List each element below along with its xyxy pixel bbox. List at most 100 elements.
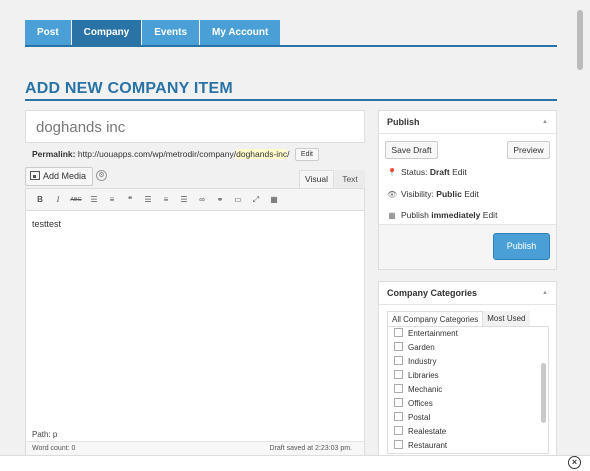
checkbox[interactable] (394, 440, 403, 449)
publish-box: Publish ▲ Save Draft Preview 📍 Status: Dr… (378, 110, 557, 270)
tab-my-account[interactable]: My Account (200, 20, 281, 46)
category-label: Libraries (408, 371, 439, 380)
fullscreen-icon[interactable]: ⤢ (247, 193, 265, 207)
modal-scrollbar[interactable] (577, 10, 583, 70)
kitchen-sink-icon[interactable]: ▦ (265, 193, 283, 207)
tab-events[interactable]: Events (142, 20, 200, 46)
eye-icon: 👁 (387, 190, 398, 199)
add-media-label: Add Media (43, 171, 87, 181)
bullet-list-icon[interactable]: ☰ (85, 193, 103, 207)
pin-icon: 📍 (387, 168, 397, 177)
category-label: Realestate (408, 427, 447, 436)
collapse-arrow-icon[interactable]: ▲ (542, 282, 548, 305)
status-row: 📍 Status: Draft Edit (387, 167, 467, 177)
category-tabs: All Company Categories Most Used (387, 311, 530, 327)
visibility-edit-link[interactable]: Edit (464, 189, 479, 199)
publish-footer: Publish (379, 224, 556, 269)
permalink-trailing: / (287, 148, 290, 159)
schedule-row: ▦ Publish immediately Edit (387, 210, 497, 220)
visibility-row: 👁 Visibility: Public Edit (387, 189, 479, 199)
publish-box-title: Publish (387, 117, 420, 127)
checkbox[interactable] (394, 328, 403, 337)
categories-box-header[interactable]: Company Categories ▲ (379, 282, 556, 305)
list-item[interactable]: Garden (388, 341, 548, 355)
tab-company[interactable]: Company (71, 20, 142, 46)
unlink-icon[interactable]: ⚭ (211, 193, 229, 207)
list-item[interactable]: Realestate (388, 425, 548, 439)
numbered-list-icon[interactable]: ≡ (103, 193, 121, 207)
strikethrough-icon[interactable]: ABC (67, 193, 85, 207)
editor-content[interactable]: testtest (26, 211, 364, 237)
checkbox[interactable] (394, 384, 403, 393)
checkbox[interactable] (394, 398, 403, 407)
tab-divider (25, 45, 557, 47)
align-center-icon[interactable]: ≡ (157, 193, 175, 207)
modal-footer (0, 455, 590, 471)
schedule-value: immediately (431, 210, 481, 220)
permalink-edit-button[interactable]: Edit (294, 148, 319, 161)
editor-toolbar: B I ABC ☰ ≡ ❝ ☰ ≡ ☰ ∞ ⚭ ▭ ⤢ ▦ (26, 189, 364, 211)
form-icon[interactable]: ⚙ (96, 170, 107, 181)
calendar-icon: ▦ (388, 211, 396, 220)
editor-status-bar: Word count: 0 Draft saved at 2:23:03 pm. (26, 441, 364, 455)
list-item[interactable]: Industry (388, 355, 548, 369)
checkbox[interactable] (394, 356, 403, 365)
visibility-label: Visibility: (401, 189, 434, 199)
permalink-row: Permalink: http://uouapps.com/wp/metrodi… (32, 148, 319, 161)
link-icon[interactable]: ∞ (193, 193, 211, 207)
list-item[interactable]: Restaurant (388, 439, 548, 453)
tab-post[interactable]: Post (25, 20, 71, 46)
categories-box: Company Categories ▲ All Company Categor… (378, 281, 557, 471)
list-item[interactable]: Mechanic (388, 383, 548, 397)
close-icon[interactable]: × (568, 456, 581, 469)
align-right-icon[interactable]: ☰ (175, 193, 193, 207)
checkbox[interactable] (394, 426, 403, 435)
permalink-base: http://uouapps.com/wp/metrodir/company/ (77, 148, 237, 159)
modal-frame: Post Company Events My Account ADD NEW C… (0, 0, 590, 471)
top-tabs: Post Company Events My Account (25, 20, 281, 46)
tab-all-categories[interactable]: All Company Categories (387, 311, 484, 327)
tab-text[interactable]: Text (335, 170, 365, 188)
category-label: Mechanic (408, 385, 443, 394)
content-editor: B I ABC ☰ ≡ ❝ ☰ ≡ ☰ ∞ ⚭ ▭ ⤢ ▦ testtest P… (25, 188, 365, 455)
italic-icon[interactable]: I (49, 193, 67, 207)
checkbox[interactable] (394, 342, 403, 351)
preview-button[interactable]: Preview (507, 141, 550, 159)
categories-box-title: Company Categories (387, 288, 478, 298)
list-item[interactable]: Libraries (388, 369, 548, 383)
tab-visual[interactable]: Visual (299, 170, 334, 188)
list-item[interactable]: Entertainment (388, 327, 548, 341)
title-divider (25, 99, 557, 101)
post-title-input[interactable]: doghands inc (25, 110, 365, 143)
editor-path: Path: p (32, 430, 58, 439)
tab-most-used[interactable]: Most Used (483, 311, 530, 327)
category-label: Entertainment (408, 329, 458, 338)
checkbox[interactable] (394, 412, 403, 421)
publish-box-header[interactable]: Publish ▲ (379, 111, 556, 134)
publish-button[interactable]: Publish (493, 233, 550, 260)
category-label: Industry (408, 357, 437, 366)
list-item[interactable]: Offices (388, 397, 548, 411)
status-value: Draft (429, 167, 450, 177)
category-label: Restaurant (408, 441, 448, 450)
save-draft-button[interactable]: Save Draft (385, 141, 438, 159)
collapse-arrow-icon[interactable]: ▲ (542, 111, 548, 134)
blockquote-icon[interactable]: ❝ (121, 193, 139, 207)
more-tag-icon[interactable]: ▭ (229, 193, 247, 207)
bold-icon[interactable]: B (31, 193, 49, 207)
visibility-value: Public (436, 189, 462, 199)
status-label: Status: (401, 167, 428, 177)
word-count: Word count: 0 (32, 445, 76, 452)
add-media-button[interactable]: Add Media (25, 167, 94, 186)
list-item[interactable]: Postal (388, 411, 548, 425)
category-label: Offices (408, 399, 433, 408)
permalink-label: Permalink: (32, 148, 76, 159)
schedule-edit-link[interactable]: Edit (483, 210, 498, 220)
status-edit-link[interactable]: Edit (452, 167, 467, 177)
align-left-icon[interactable]: ☰ (139, 193, 157, 207)
category-list: Entertainment Garden Industry Libraries … (387, 326, 549, 454)
category-scrollbar[interactable] (541, 363, 546, 423)
permalink-slug[interactable]: doghands-inc (236, 148, 288, 159)
draft-saved-status: Draft saved at 2:23:03 pm. (269, 445, 353, 452)
checkbox[interactable] (394, 370, 403, 379)
